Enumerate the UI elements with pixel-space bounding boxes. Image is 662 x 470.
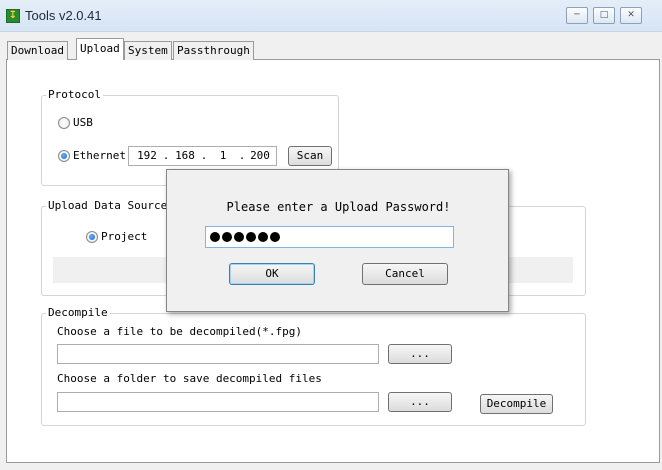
app-icon: ↧ [6,9,20,23]
ip-octet-4[interactable]: 200 [245,149,275,163]
browse-folder-button[interactable]: ... [388,392,452,412]
tab-download[interactable]: Download [7,41,68,60]
maximize-icon: □ [599,10,609,20]
decompile-file-label: Choose a file to be decompiled(*.fpg) [57,325,303,338]
protocol-legend: Protocol [46,88,103,101]
ok-button[interactable]: OK [229,263,315,285]
tab-upload[interactable]: Upload [76,38,124,60]
decompile-folder-input[interactable] [57,392,379,412]
ip-octet-1[interactable]: 192 [132,149,162,163]
password-input[interactable] [205,226,454,248]
decompile-legend: Decompile [46,306,110,319]
ethernet-radio[interactable] [58,150,70,162]
dialog-message: Please enter a Upload Password! [226,200,451,214]
project-label: Project [101,230,148,243]
minimize-button[interactable]: ─ [566,7,588,24]
close-icon: ✕ [627,10,635,20]
tab-system[interactable]: System [124,41,172,60]
scan-button[interactable]: Scan [288,146,332,166]
usb-label: USB [73,116,93,129]
decompile-folder-label: Choose a folder to save decompiled files [57,372,322,385]
password-dot [210,232,220,242]
password-dot [258,232,268,242]
password-dot [246,232,256,242]
decompile-file-input[interactable] [57,344,379,364]
ethernet-label: Ethernet [73,149,126,162]
password-mask [210,232,282,245]
usb-radio[interactable] [58,117,70,129]
ip-octet-3[interactable]: 1 [208,149,238,163]
password-dialog: Please enter a Upload Password! OK Cance… [166,169,509,312]
minimize-icon: ─ [574,10,580,20]
close-button[interactable]: ✕ [620,7,642,24]
password-dot [234,232,244,242]
browse-file-button[interactable]: ... [388,344,452,364]
cancel-button[interactable]: Cancel [362,263,448,285]
upload-source-legend: Upload Data Source [46,199,170,212]
password-dot [270,232,280,242]
window-title: Tools v2.0.41 [25,8,102,23]
ip-dot: . [162,149,170,162]
project-radio[interactable] [86,231,98,243]
ip-dot: . [200,149,208,162]
ip-octet-2[interactable]: 168 [170,149,200,163]
password-dot [222,232,232,242]
tab-passthrough[interactable]: Passthrough [173,41,254,60]
decompile-button[interactable]: Decompile [480,394,553,414]
maximize-button[interactable]: □ [593,7,615,24]
